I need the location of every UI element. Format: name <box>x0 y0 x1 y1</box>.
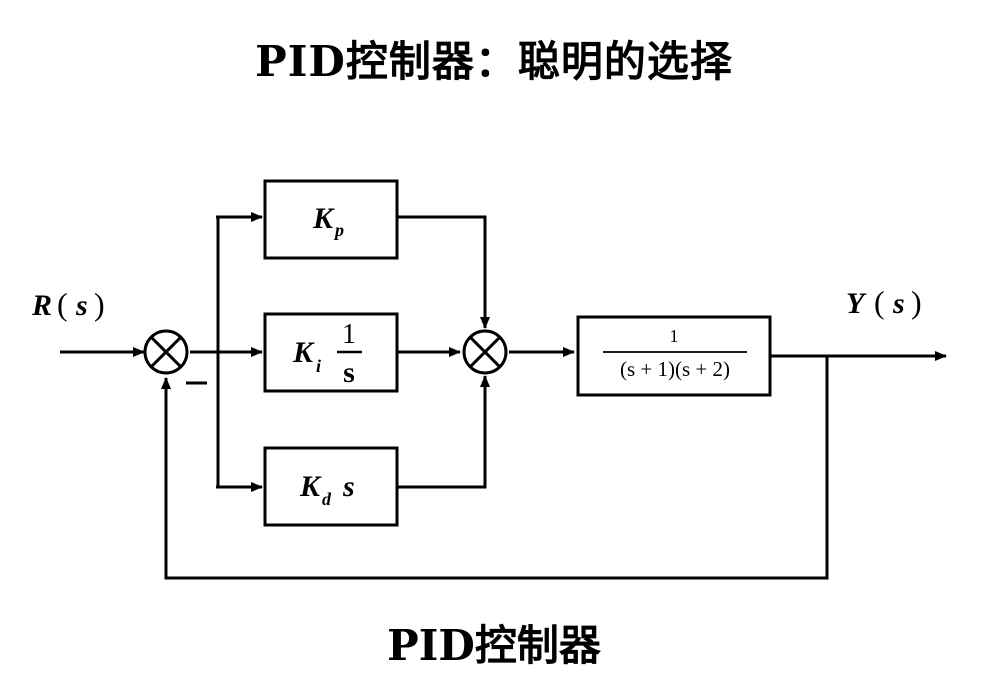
kp-gain: K <box>312 202 335 235</box>
kp-to-sum <box>397 215 490 329</box>
kd-gain: K <box>299 470 322 503</box>
output-signal-name: Y <box>846 287 867 320</box>
plant-denominator: (s + 1)(s + 2) <box>620 357 730 381</box>
input-close-paren: ) <box>94 286 105 322</box>
circle-cross-icon <box>143 329 189 375</box>
diagram-caption: PID控制器 <box>387 621 601 670</box>
kp-subscript: p <box>333 220 344 240</box>
ki-block <box>263 312 399 393</box>
kd-to-sum <box>397 375 490 489</box>
plant-numerator: 1 <box>670 326 679 346</box>
output-close-paren: ) <box>911 284 922 320</box>
output-signal-label: Y ( s ) <box>846 284 922 320</box>
ki-denominator: s <box>343 356 355 389</box>
kd-variable: s <box>342 470 355 503</box>
block-diagram: K p K i 1 s K d s 1 (s + 1)(s + 2) R ( s… <box>31 179 947 580</box>
input-signal-name: R <box>31 289 52 322</box>
circle-cross-icon <box>462 329 508 375</box>
ki-numerator: 1 <box>342 319 356 350</box>
kd-block <box>263 446 399 527</box>
kd-subscript: d <box>322 489 332 509</box>
ki-subscript: i <box>316 356 321 376</box>
output-signal-arg: s <box>892 287 905 320</box>
input-open-paren: ( <box>57 286 68 322</box>
ki-gain: K <box>292 336 315 369</box>
input-signal-arg: s <box>75 289 88 322</box>
output-open-paren: ( <box>874 284 885 320</box>
input-signal-label: R ( s ) <box>31 286 105 322</box>
